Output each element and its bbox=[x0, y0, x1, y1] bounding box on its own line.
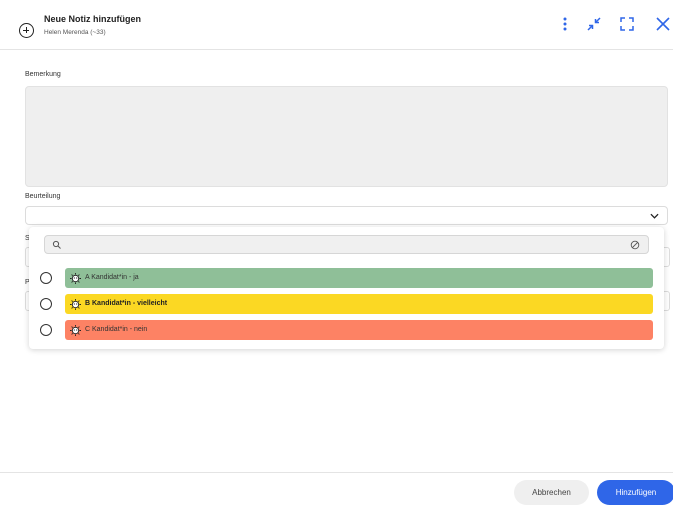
search-icon bbox=[52, 240, 61, 249]
dialog-title: Neue Notiz hinzufügen bbox=[44, 14, 141, 24]
radio-button[interactable] bbox=[40, 324, 52, 336]
dropdown-search bbox=[44, 235, 649, 254]
search-input[interactable] bbox=[67, 238, 627, 252]
expand-icon[interactable] bbox=[619, 16, 635, 32]
candidate-icon bbox=[70, 325, 81, 336]
option-chip[interactable]: C Kandidat*in - nein bbox=[65, 320, 653, 340]
radio-button[interactable] bbox=[40, 272, 52, 284]
add-button[interactable]: Hinzufügen bbox=[597, 480, 673, 505]
dialog-header: Neue Notiz hinzufügen Helen Merenda (~33… bbox=[0, 0, 673, 50]
option-a[interactable]: A Kandidat*in - ja bbox=[29, 267, 664, 289]
dialog-subtitle: Helen Merenda (~33) bbox=[44, 29, 106, 36]
option-label: B Kandidat*in - vielleicht bbox=[85, 300, 168, 307]
rating-dropdown: A Kandidat*in - ja B Kandidat*in - viell… bbox=[29, 227, 664, 349]
cancel-button[interactable]: Abbrechen bbox=[514, 480, 589, 505]
add-circle-icon bbox=[19, 23, 34, 38]
radio-button[interactable] bbox=[40, 298, 52, 310]
remark-textarea[interactable] bbox=[25, 86, 668, 187]
rating-select[interactable] bbox=[25, 206, 668, 225]
option-c[interactable]: C Kandidat*in - nein bbox=[29, 319, 664, 341]
option-chip[interactable]: A Kandidat*in - ja bbox=[65, 268, 653, 288]
close-icon[interactable] bbox=[655, 16, 671, 32]
footer-divider bbox=[0, 472, 673, 473]
option-label: C Kandidat*in - nein bbox=[85, 326, 148, 333]
rating-label: Beurteilung bbox=[25, 193, 61, 200]
option-chip[interactable]: B Kandidat*in - vielleicht bbox=[65, 294, 653, 314]
option-b[interactable]: B Kandidat*in - vielleicht bbox=[29, 293, 664, 315]
chevron-down-icon bbox=[650, 213, 659, 219]
candidate-icon bbox=[70, 299, 81, 310]
more-vertical-icon[interactable] bbox=[557, 16, 573, 32]
remark-label: Bemerkung bbox=[25, 71, 61, 78]
clear-icon[interactable] bbox=[630, 240, 640, 250]
option-label: A Kandidat*in - ja bbox=[85, 274, 139, 281]
candidate-icon bbox=[70, 273, 81, 284]
collapse-icon[interactable] bbox=[586, 16, 602, 32]
